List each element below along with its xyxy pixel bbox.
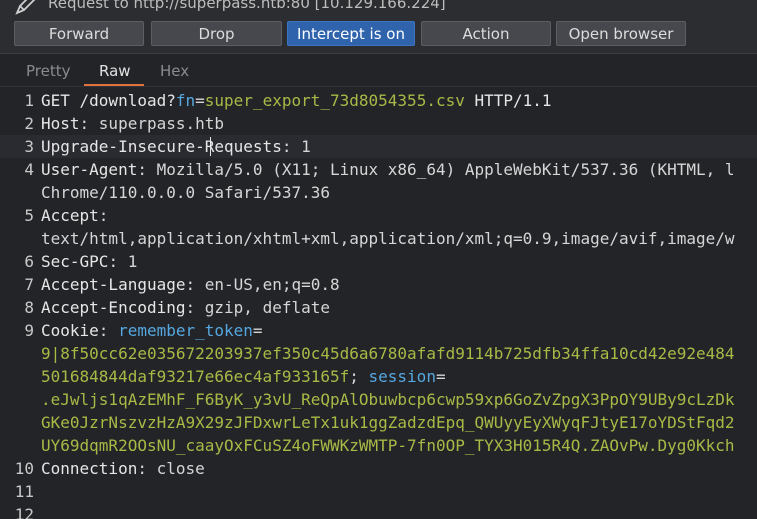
code-token: text/html,application/xhtml+xml,applicat… [41,229,735,248]
view-tabs: Pretty Raw Hex [0,54,757,87]
line-code: .eJwljs1qAzEMhF_F6ByK_y3vU_ReQpAlObuwbcp… [41,388,735,411]
code-token: Chrome/110.0.0.0 Safari/537.36 [41,183,330,202]
code-token: : en-US,en;q=0.8 [185,275,340,294]
code-token: super_export_73d8054355.csv [204,91,465,110]
pencil-icon [15,0,36,15]
line-code: Chrome/110.0.0.0 Safari/537.36 [41,181,330,204]
editor-line[interactable]: 9|8f50cc62e035672203937ef350c45d6a6780af… [0,342,757,365]
code-token: : [98,206,109,225]
tab-hex[interactable]: Hex [160,62,189,80]
code-token: Host [41,114,80,133]
editor-line[interactable]: text/html,application/xhtml+xml,applicat… [0,227,757,250]
forward-button[interactable]: Forward [14,21,144,46]
code-token: 501684844daf93217e66ec4af933165f [41,367,350,386]
editor-line[interactable]: 501684844daf93217e66ec4af933165f; sessio… [0,365,757,388]
line-code: Accept-Language: en-US,en;q=0.8 [41,273,340,296]
code-token: = [195,91,205,110]
line-code: GKe0JzrNszvzHzA9X29zJFDxwrLeTx1uk1ggZadz… [41,411,735,434]
code-token: : 1 [108,252,138,271]
line-number: 10 [14,459,34,478]
line-code: Upgrade-Insecure-Requests: 1 [41,135,311,158]
code-token: : 1 [281,137,311,156]
editor-line[interactable]: Chrome/110.0.0.0 Safari/537.36 [0,181,757,204]
line-number: 8 [24,298,34,317]
code-token: GKe0JzrNszvzHzA9X29zJFDxwrLeTx1uk1ggZadz… [41,413,735,432]
editor-line[interactable]: 4 User-Agent: Mozilla/5.0 (X11; Linux x86… [0,158,757,181]
code-token: fn [175,91,196,110]
line-number: 3 [24,137,34,156]
line-code: text/html,application/xhtml+xml,applicat… [41,227,735,250]
line-number: 7 [24,275,34,294]
line-code: User-Agent: Mozilla/5.0 (X11; Linux x86_… [41,158,735,181]
editor-line[interactable]: 7 Accept-Language: en-US,en;q=0.8 [0,273,757,296]
editor-line[interactable]: 12 [0,503,757,519]
editor-line[interactable]: 11 [0,480,757,503]
editor-line[interactable]: UY69dqmR2OOsNU_caayOxFCuSZ4oFWWKzWMTP-7f… [0,434,757,457]
line-number: 12 [14,505,34,519]
drop-button[interactable]: Drop [151,21,282,46]
line-code: Accept: [41,204,108,227]
code-token: Cookie [41,321,99,340]
code-token: Accept-Encoding [41,298,186,317]
code-token: : close [137,459,205,478]
editor-line[interactable]: 6 Sec-GPC: 1 [0,250,757,273]
line-code: UY69dqmR2OOsNU_caayOxFCuSZ4oFWWKzWMTP-7f… [41,434,735,457]
code-token: Accept-Language [41,275,186,294]
code-token: GET /download? [41,91,176,110]
code-token: .eJwljs1qAzEMhF_F6ByK_y3vU_ReQpAlObuwbcp… [41,390,735,409]
code-token: Accept [41,206,99,225]
code-token: = [252,321,263,340]
code-token: Upgrade-Insecure-Requests [41,137,282,156]
tab-raw[interactable]: Raw [99,62,131,80]
line-code: Host: superpass.htb [41,112,224,135]
editor-line[interactable]: 10 Connection: close [0,457,757,480]
action-button[interactable]: Action [421,21,551,46]
code-token: remember_token [118,321,253,340]
editor-line[interactable]: 5 Accept: [0,204,757,227]
raw-request-editor[interactable]: 1 GET /download?fn=super_export_73d805435… [0,87,757,519]
editor-line[interactable]: .eJwljs1qAzEMhF_F6ByK_y3vU_ReQpAlObuwbcp… [0,388,757,411]
tab-pretty[interactable]: Pretty [26,62,71,80]
intercept-toolbar: Forward Drop Intercept is on Action Open… [0,16,757,54]
text-caret [210,137,211,156]
code-token: : [98,321,119,340]
line-code: 501684844daf93217e66ec4af933165f; sessio… [41,365,446,388]
line-number: 4 [24,160,34,179]
line-number: 5 [24,206,34,225]
line-code: Accept-Encoding: gzip, deflate [41,296,330,319]
title-bar: Request to http://superpass.htb:80 [10.1… [0,0,757,16]
intercept-toggle-button[interactable]: Intercept is on [287,21,415,46]
editor-line[interactable]: GKe0JzrNszvzHzA9X29zJFDxwrLeTx1uk1ggZadz… [0,411,757,434]
editor-line[interactable]: 1 GET /download?fn=super_export_73d805435… [0,89,757,112]
code-token: : gzip, deflate [185,298,331,317]
editor-line[interactable]: 8 Accept-Encoding: gzip, deflate [0,296,757,319]
line-code: Cookie: remember_token= [41,319,263,342]
editor-line[interactable]: 3 Upgrade-Insecure-Requests: 1 [0,135,757,158]
line-number: 2 [24,114,34,133]
code-token: session [368,367,436,386]
editor-line[interactable]: 9 Cookie: remember_token= [0,319,757,342]
line-code: GET /download?fn=super_export_73d8054355… [41,89,552,112]
open-browser-button[interactable]: Open browser [556,21,686,46]
code-token: : superpass.htb [79,114,225,133]
code-token: Connection [41,459,138,478]
code-token: = [435,367,446,386]
line-number: 11 [14,482,34,501]
line-number: 1 [24,91,34,110]
code-token: Sec-GPC [41,252,109,271]
line-number: 6 [24,252,34,271]
request-title: Request to http://superpass.htb:80 [10.1… [48,0,446,12]
editor-line[interactable]: 2 Host: superpass.htb [0,112,757,135]
code-token: ; [349,367,369,386]
code-token: UY69dqmR2OOsNU_caayOxFCuSZ4oFWWKzWMTP-7f… [41,436,735,455]
line-number: 9 [24,321,34,340]
line-code: 9|8f50cc62e035672203937ef350c45d6a6780af… [41,342,735,365]
code-token: 9|8f50cc62e035672203937ef350c45d6a6780af… [41,344,735,363]
code-token: User-Agent [41,160,138,179]
line-code: Connection: close [41,457,205,480]
line-code: Sec-GPC: 1 [41,250,137,273]
code-token: HTTP/1.1 [464,91,552,110]
code-token: : Mozilla/5.0 (X11; Linux x86_64) AppleW… [137,160,735,179]
